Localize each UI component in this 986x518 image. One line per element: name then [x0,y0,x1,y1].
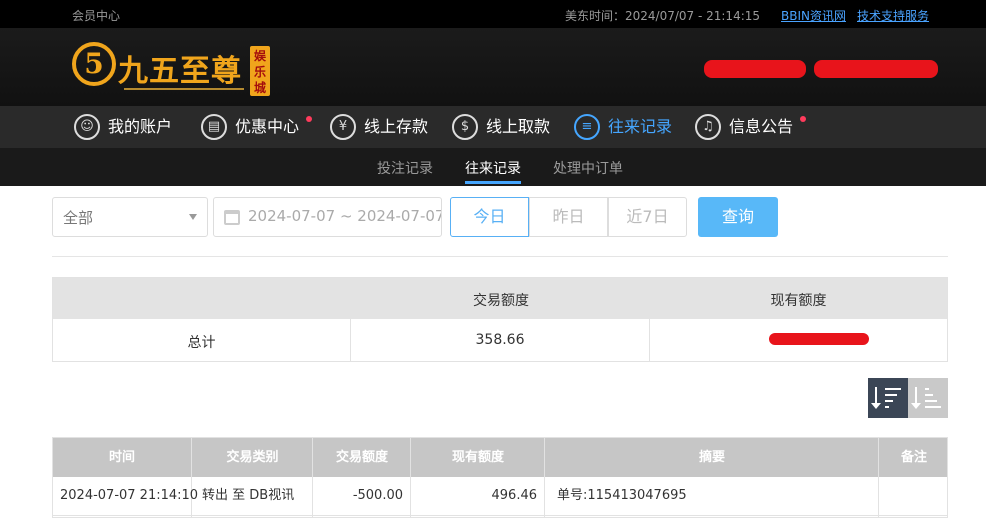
nav-label: 信息公告 [729,117,794,136]
redacted-username [704,60,806,78]
row-balance: 496.46 [491,488,538,503]
promo-notify-dot [306,116,312,122]
last-7-days-button[interactable]: 近7日 [608,197,687,237]
tab-pending-orders[interactable]: 处理中订单 [553,158,623,178]
divider [649,319,650,361]
chevron-down-icon [189,214,197,220]
nav-label: 我的账户 [108,117,173,136]
col-type[interactable]: 交易类别 [192,438,313,477]
bell-icon: ♫ [695,114,721,140]
sub-nav: 投注记录 往来记录 处理中订单 [0,148,986,186]
announce-notify-dot [800,116,806,122]
transaction-type-select[interactable]: 全部 [52,197,208,237]
logo-badge: 娱乐城 [250,46,270,96]
transaction-table: 时间 交易类别 交易额度 现有额度 摘要 备注 2024-07-07 21:14… [52,437,948,518]
col-memo[interactable]: 摘要 [545,438,879,477]
col-time[interactable]: 时间 [53,438,191,477]
withdraw-icon: $ [452,114,478,140]
col-amount[interactable]: 交易额度 [313,438,411,477]
sort-desc-button[interactable] [868,378,908,418]
sort-asc-icon [925,388,941,412]
date-range-input[interactable]: 2024-07-07 ~ 2024-07-07 [213,197,442,237]
redacted-current-balance [769,333,869,345]
eastern-time-display: 美东时间：2024/07/07 - 21:14:15 [565,9,761,23]
logo-name: 九五至尊 [118,54,242,89]
sort-arrow-icon [871,387,881,409]
bbin-news-link[interactable]: BBIN资讯网 [781,7,846,24]
yesterday-button[interactable]: 昨日 [529,197,608,237]
col-note[interactable]: 备注 [879,438,947,477]
main-nav: ☺ 我的账户 ▤ 优惠中心 ¥ 线上存款 $ 线上取款 ≡ 往来记录 ♫ 信息公… [0,106,986,148]
divider [544,438,545,517]
records-icon: ≡ [574,114,600,140]
deposit-icon: ¥ [330,114,356,140]
row-amount: -500.00 [352,488,403,503]
nav-label: 线上存款 [364,117,429,136]
row-type: 转出 至 DB视讯 [202,488,295,503]
user-icon: ☺ [74,114,100,140]
date-range-value: 2024-07-07 ~ 2024-07-07 [248,207,442,225]
today-button[interactable]: 今日 [450,197,529,237]
row-time: 2024-07-07 21:14:10 [60,488,199,503]
header: 5 九五至尊 娱乐城 [0,28,986,106]
member-center-label: 会员中心 [72,9,121,23]
row-memo: 单号:115413047695 [557,488,687,503]
sort-asc-button[interactable] [908,378,948,418]
logo-mark: 5 [72,42,116,86]
nav-label: 往来记录 [608,117,673,136]
summary-total-label: 总计 [187,335,216,351]
type-selected-value: 全部 [63,209,94,227]
col-balance[interactable]: 现有额度 [411,438,545,477]
query-button[interactable]: 查询 [698,197,778,237]
summary-col-balance: 现有额度 [770,293,827,309]
sort-arrow-icon [911,387,921,409]
summary-table: 交易额度 现有额度 总计 358.66 [52,277,948,362]
divider [53,515,947,516]
calendar-icon [224,210,240,225]
redacted-balance [814,60,938,78]
summary-total-amount: 358.66 [475,332,525,348]
tab-bet-records[interactable]: 投注记录 [377,158,433,178]
active-tab-underline [465,181,521,184]
divider [878,438,879,517]
tab-transaction-records[interactable]: 往来记录 [465,158,521,178]
site-logo[interactable]: 5 九五至尊 娱乐城 [72,42,272,96]
divider [52,256,948,257]
gift-icon: ▤ [201,114,227,140]
summary-col-amount: 交易额度 [473,293,529,309]
nav-label: 线上取款 [486,117,551,136]
tech-support-link[interactable]: 技术支持服务 [857,7,929,24]
sort-desc-icon [885,388,901,412]
top-bar: 会员中心 美东时间：2024/07/07 - 21:14:15 BBIN资讯网 … [0,0,986,28]
nav-label: 优惠中心 [235,117,300,136]
logo-ornament [124,88,244,90]
